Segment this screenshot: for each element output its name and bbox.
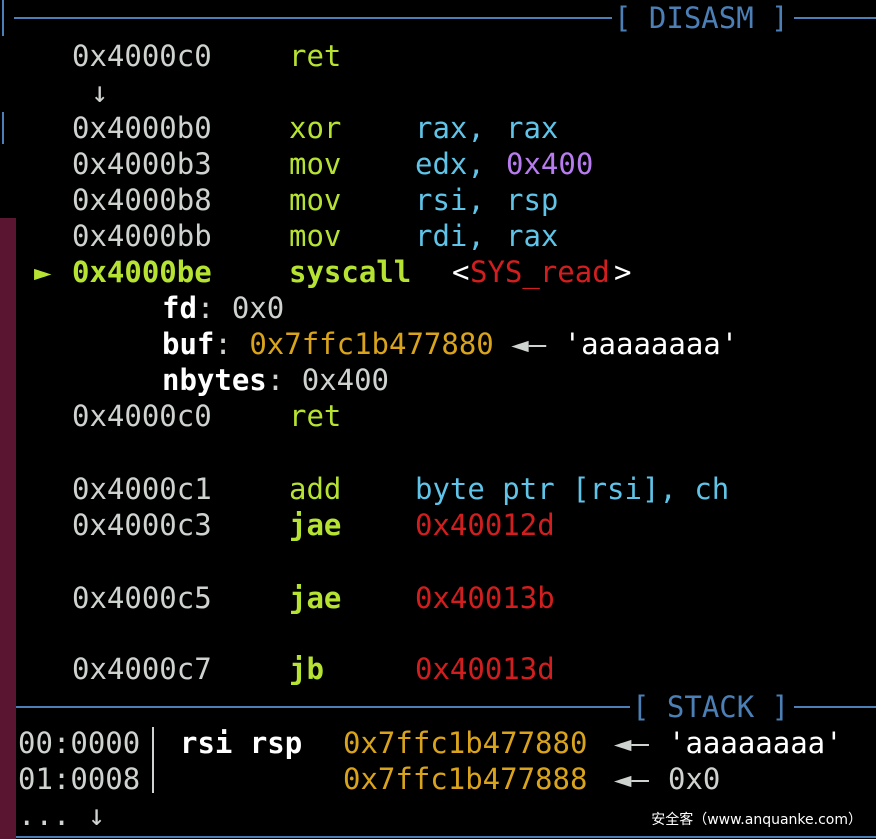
disasm-addr: 0x4000c7 — [72, 652, 212, 686]
disasm-mnemonic: mov — [289, 147, 342, 181]
current-mnemonic: syscall — [289, 255, 412, 289]
disasm-mnemonic: add — [289, 472, 342, 506]
disasm-header-label: [ DISASM ] — [614, 1, 789, 35]
arg-sep: : — [196, 291, 215, 325]
jump-target: 0x40013d — [415, 652, 555, 686]
stack-regs: rsi rsp — [180, 726, 303, 760]
backtrace-header-rule — [16, 836, 876, 838]
disasm-operand: rsi, — [415, 183, 485, 217]
disasm-operand: byte ptr [rsi], ch — [415, 472, 730, 506]
arg-value: 0x0 — [231, 291, 285, 325]
arg-name: fd — [162, 291, 197, 325]
jump-arrow-icon: ↓ — [91, 75, 109, 109]
disasm-addr: 0x4000c1 — [72, 472, 212, 506]
disasm-operand: edx, — [415, 147, 485, 181]
disasm-operand: rax — [506, 219, 559, 253]
arg-name: nbytes — [162, 363, 267, 397]
disasm-operand: 0x400 — [506, 147, 594, 181]
arg-value: 0x7ffc1b477880 — [249, 327, 494, 361]
stack-ellipsis: ... ↓ — [18, 798, 106, 832]
disasm-operand: rax — [506, 111, 559, 145]
stack-header-label: [ STACK ] — [632, 690, 790, 724]
arg-deref: 'aaaaaaaa' — [563, 327, 739, 361]
stack-header-rule-left — [16, 706, 630, 708]
disasm-mnemonic: jae — [289, 581, 342, 615]
stack-divider — [152, 727, 154, 793]
disasm-addr: 0x4000bb — [72, 219, 212, 253]
stack-value: 'aaaaaaaa' — [668, 726, 843, 760]
disasm-addr: 0x4000b3 — [72, 147, 212, 181]
syscall-annotation-close: > — [614, 255, 632, 289]
stack-offset: 01:0008 — [18, 762, 141, 796]
disasm-mnemonic: mov — [289, 183, 342, 217]
disasm-operand: rsp — [506, 183, 559, 217]
disasm-addr: 0x4000c5 — [72, 581, 212, 615]
arg-sep: : — [266, 363, 285, 397]
stack-addr: 0x7ffc1b477880 — [343, 726, 588, 760]
syscall-arg-fd: fd: 0x0 — [162, 290, 284, 326]
pointer-arrow-icon: ◄— — [511, 327, 547, 361]
disasm-addr: 0x4000b0 — [72, 111, 212, 145]
disasm-operand: rax, — [415, 111, 485, 145]
disasm-left-border-mid — [2, 112, 4, 144]
disasm-operand: rdi, — [415, 219, 485, 253]
syscall-annotation-open: < — [452, 255, 470, 289]
disasm-mnemonic: jb — [289, 652, 324, 686]
stack-addr: 0x7ffc1b477888 — [343, 762, 588, 796]
current-instruction-marker-icon: ► — [34, 255, 52, 289]
disasm-mnemonic: jae — [289, 508, 342, 542]
watermark: 安全客（www.anquanke.com） — [651, 812, 862, 828]
disasm-addr: 0x4000c0 — [72, 39, 212, 73]
disasm-addr: 0x4000b8 — [72, 183, 212, 217]
pointer-arrow-icon: ◄— — [614, 762, 649, 796]
disasm-mnemonic: ret — [289, 399, 342, 433]
syscall-arg-nbytes: nbytes: 0x400 — [162, 362, 389, 398]
terminal-left-strip — [0, 218, 16, 839]
disasm-addr: 0x4000c3 — [72, 508, 212, 542]
disasm-mnemonic: mov — [289, 219, 342, 253]
stack-header-rule-right — [794, 706, 876, 708]
disasm-addr: 0x4000c0 — [72, 399, 212, 433]
disasm-mnemonic: xor — [289, 111, 342, 145]
current-addr: 0x4000be — [72, 255, 212, 289]
syscall-arg-buf: buf: 0x7ffc1b477880 ◄— 'aaaaaaaa' — [162, 326, 738, 362]
arg-value: 0x400 — [301, 363, 390, 397]
jump-target: 0x40012d — [415, 508, 555, 542]
jump-target: 0x40013b — [415, 581, 555, 615]
disasm-left-border-top — [2, 0, 4, 36]
disasm-header-rule-right — [794, 17, 876, 19]
disasm-mnemonic: ret — [289, 39, 342, 73]
stack-value: 0x0 — [668, 762, 721, 796]
stack-offset: 00:0000 — [18, 726, 141, 760]
arg-name: buf — [162, 327, 215, 361]
arg-sep: : — [214, 327, 232, 361]
pointer-arrow-icon: ◄— — [614, 726, 649, 760]
disasm-header-rule-left — [14, 17, 612, 19]
syscall-annotation-name: SYS_read — [470, 255, 610, 289]
